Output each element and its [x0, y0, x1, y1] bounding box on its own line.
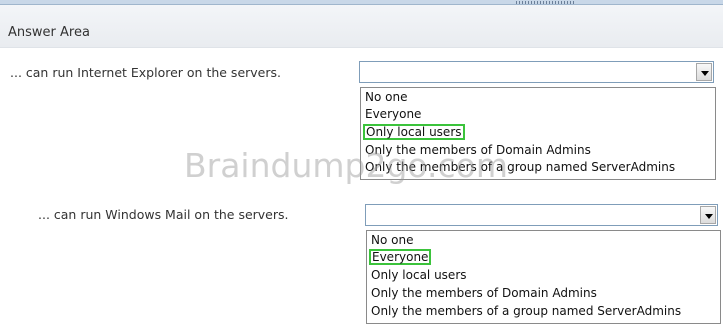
chevron-down-icon[interactable]	[700, 206, 716, 224]
question-2-dropdown[interactable]	[365, 204, 718, 226]
header-title: Answer Area	[8, 25, 90, 40]
question-1-dropdown[interactable]	[359, 61, 714, 83]
question-1-option-list: No one Everyone Only local users Only th…	[360, 87, 716, 180]
chevron-down-icon[interactable]	[696, 63, 712, 81]
answer-area-header: Answer Area	[0, 5, 723, 48]
question-1-option-domain-admins[interactable]: Only the members of Domain Admins	[363, 143, 593, 159]
question-1-option-no-one[interactable]: No one	[363, 90, 409, 106]
question-1-option-only-local-users[interactable]: Only local users	[363, 124, 465, 140]
question-2-prompt: ... can run Windows Mail on the servers.	[38, 207, 289, 222]
question-2-option-serveradmins[interactable]: Only the members of a group named Server…	[369, 304, 683, 320]
question-2-option-no-one[interactable]: No one	[369, 233, 415, 249]
resize-grip-icon[interactable]	[516, 1, 574, 4]
question-2-option-everyone[interactable]: Everyone	[369, 249, 432, 265]
question-1-option-serveradmins[interactable]: Only the members of a group named Server…	[363, 160, 677, 176]
question-2-option-domain-admins[interactable]: Only the members of Domain Admins	[369, 286, 599, 302]
question-2-option-list: No one Everyone Only local users Only th…	[366, 230, 721, 324]
question-1-option-everyone[interactable]: Everyone	[363, 107, 423, 123]
question-2-option-only-local-users[interactable]: Only local users	[369, 268, 469, 284]
question-1-prompt: ... can run Internet Explorer on the ser…	[10, 65, 281, 80]
